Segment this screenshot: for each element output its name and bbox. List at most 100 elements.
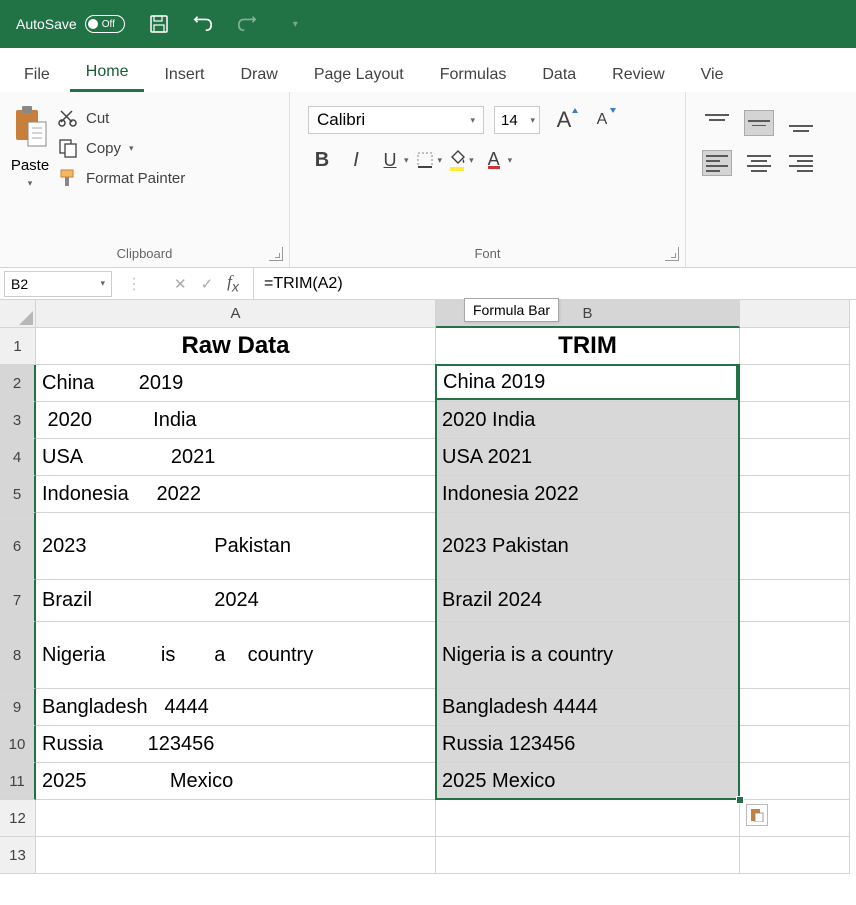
cell[interactable] [740,837,850,874]
header-cell[interactable]: TRIM [436,328,740,365]
cell[interactable] [740,476,850,513]
chevron-down-icon[interactable]: ▾ [508,155,513,166]
cell[interactable]: Bangladesh 4444 [36,689,436,726]
cell[interactable]: 2025 Mexico [436,763,740,800]
tab-draw[interactable]: Draw [224,56,293,92]
align-top-button[interactable] [702,110,732,136]
cell[interactable] [36,800,436,837]
underline-button[interactable]: U ▾ [376,146,409,174]
column-header-a[interactable]: A [36,300,436,328]
copy-button[interactable]: Copy ▾ [58,138,185,158]
cell[interactable] [740,580,850,622]
row-header[interactable]: 9 [0,689,36,726]
tab-view[interactable]: Vie [685,56,740,92]
cell[interactable] [740,726,850,763]
cell[interactable]: Nigeria is a country [36,622,436,689]
cell[interactable]: Brazil 2024 [36,580,436,622]
select-all-corner[interactable] [0,300,36,328]
cell[interactable]: 2023 Pakistan [436,513,740,580]
fill-handle[interactable] [736,796,744,804]
cell[interactable]: China 2019 [36,365,436,402]
cell[interactable]: 2020 India [36,402,436,439]
header-cell[interactable]: Raw Data [36,328,436,365]
tab-home[interactable]: Home [70,53,145,92]
font-name-dropdown[interactable]: Calibri ▾ [308,106,484,134]
paste-button[interactable]: Paste ▾ [10,100,50,242]
row-header[interactable]: 8 [0,622,36,689]
row-header[interactable]: 11 [0,763,36,800]
row-header[interactable]: 10 [0,726,36,763]
row-header[interactable]: 6 [0,513,36,580]
align-right-button[interactable] [786,150,816,176]
row-header[interactable]: 12 [0,800,36,837]
cell[interactable]: Russia 123456 [436,726,740,763]
undo-icon[interactable] [193,14,213,34]
cell[interactable]: Indonesia 2022 [436,476,740,513]
cell[interactable]: Nigeria is a country [436,622,740,689]
cell[interactable] [740,365,850,402]
tab-formulas[interactable]: Formulas [424,56,523,92]
italic-button[interactable]: I [342,146,370,174]
cell[interactable] [740,763,850,800]
cell[interactable]: USA 2021 [36,439,436,476]
chevron-down-icon[interactable]: ▾ [28,178,33,189]
row-header[interactable]: 1 [0,328,36,365]
clipboard-launcher-icon[interactable] [269,247,283,261]
qat-dropdown-icon[interactable]: ▾ [293,19,298,30]
cell[interactable]: USA 2021 [436,439,740,476]
cell[interactable]: 2025 Mexico [36,763,436,800]
toggle-switch[interactable]: Off [85,15,125,33]
cell[interactable]: 2020 India [436,402,740,439]
cell[interactable] [36,837,436,874]
redo-icon[interactable] [237,14,257,34]
chevron-down-icon[interactable]: ▾ [469,155,474,166]
chevron-down-icon[interactable]: ▾ [404,155,409,166]
paste-options-button[interactable] [746,804,768,826]
column-header-c[interactable] [740,300,850,328]
cell[interactable] [740,622,850,689]
save-icon[interactable] [149,14,169,34]
cell[interactable] [740,402,850,439]
cell[interactable]: Indonesia 2022 [36,476,436,513]
cell[interactable] [740,689,850,726]
tab-page-layout[interactable]: Page Layout [298,56,420,92]
cell[interactable] [436,837,740,874]
row-header[interactable]: 4 [0,439,36,476]
border-button[interactable]: ▾ [415,150,443,170]
align-center-button[interactable] [744,150,774,176]
row-header[interactable]: 13 [0,837,36,874]
chevron-down-icon[interactable]: ▾ [129,143,134,154]
bold-button[interactable]: B [308,146,336,174]
insert-function-icon[interactable]: fx [227,272,239,295]
cell[interactable] [740,513,850,580]
formula-input[interactable]: =TRIM(A2) [254,275,856,293]
cell[interactable]: Brazil 2024 [436,580,740,622]
tab-review[interactable]: Review [596,56,680,92]
enter-formula-icon[interactable]: ✓ [201,275,214,293]
cell[interactable]: Russia 123456 [36,726,436,763]
row-header[interactable]: 3 [0,402,36,439]
cancel-formula-icon[interactable]: ✕ [174,275,187,293]
cell[interactable] [740,439,850,476]
align-middle-button[interactable] [744,110,774,136]
font-launcher-icon[interactable] [665,247,679,261]
shrink-font-button[interactable]: A [588,106,616,134]
autosave-toggle[interactable]: AutoSave Off [16,15,125,33]
chevron-down-icon[interactable]: ▾ [438,155,443,166]
fill-color-button[interactable]: ▾ [448,149,474,171]
align-bottom-button[interactable] [786,110,816,136]
cell[interactable]: 2023 Pakistan [36,513,436,580]
align-left-button[interactable] [702,150,732,176]
font-size-dropdown[interactable]: 14 ▾ [494,106,540,134]
tab-insert[interactable]: Insert [148,56,220,92]
cell[interactable] [740,328,850,365]
cell[interactable] [436,800,740,837]
grow-font-button[interactable]: A [550,106,578,134]
format-painter-button[interactable]: Format Painter [58,168,185,188]
cell[interactable]: Bangladesh 4444 [436,689,740,726]
row-header[interactable]: 5 [0,476,36,513]
row-header[interactable]: 2 [0,365,36,402]
spreadsheet-grid[interactable]: A B 1Raw DataTRIM2China 2019China 20193 … [0,300,856,874]
name-box[interactable]: B2 ▾ [4,271,112,297]
row-header[interactable]: 7 [0,580,36,622]
